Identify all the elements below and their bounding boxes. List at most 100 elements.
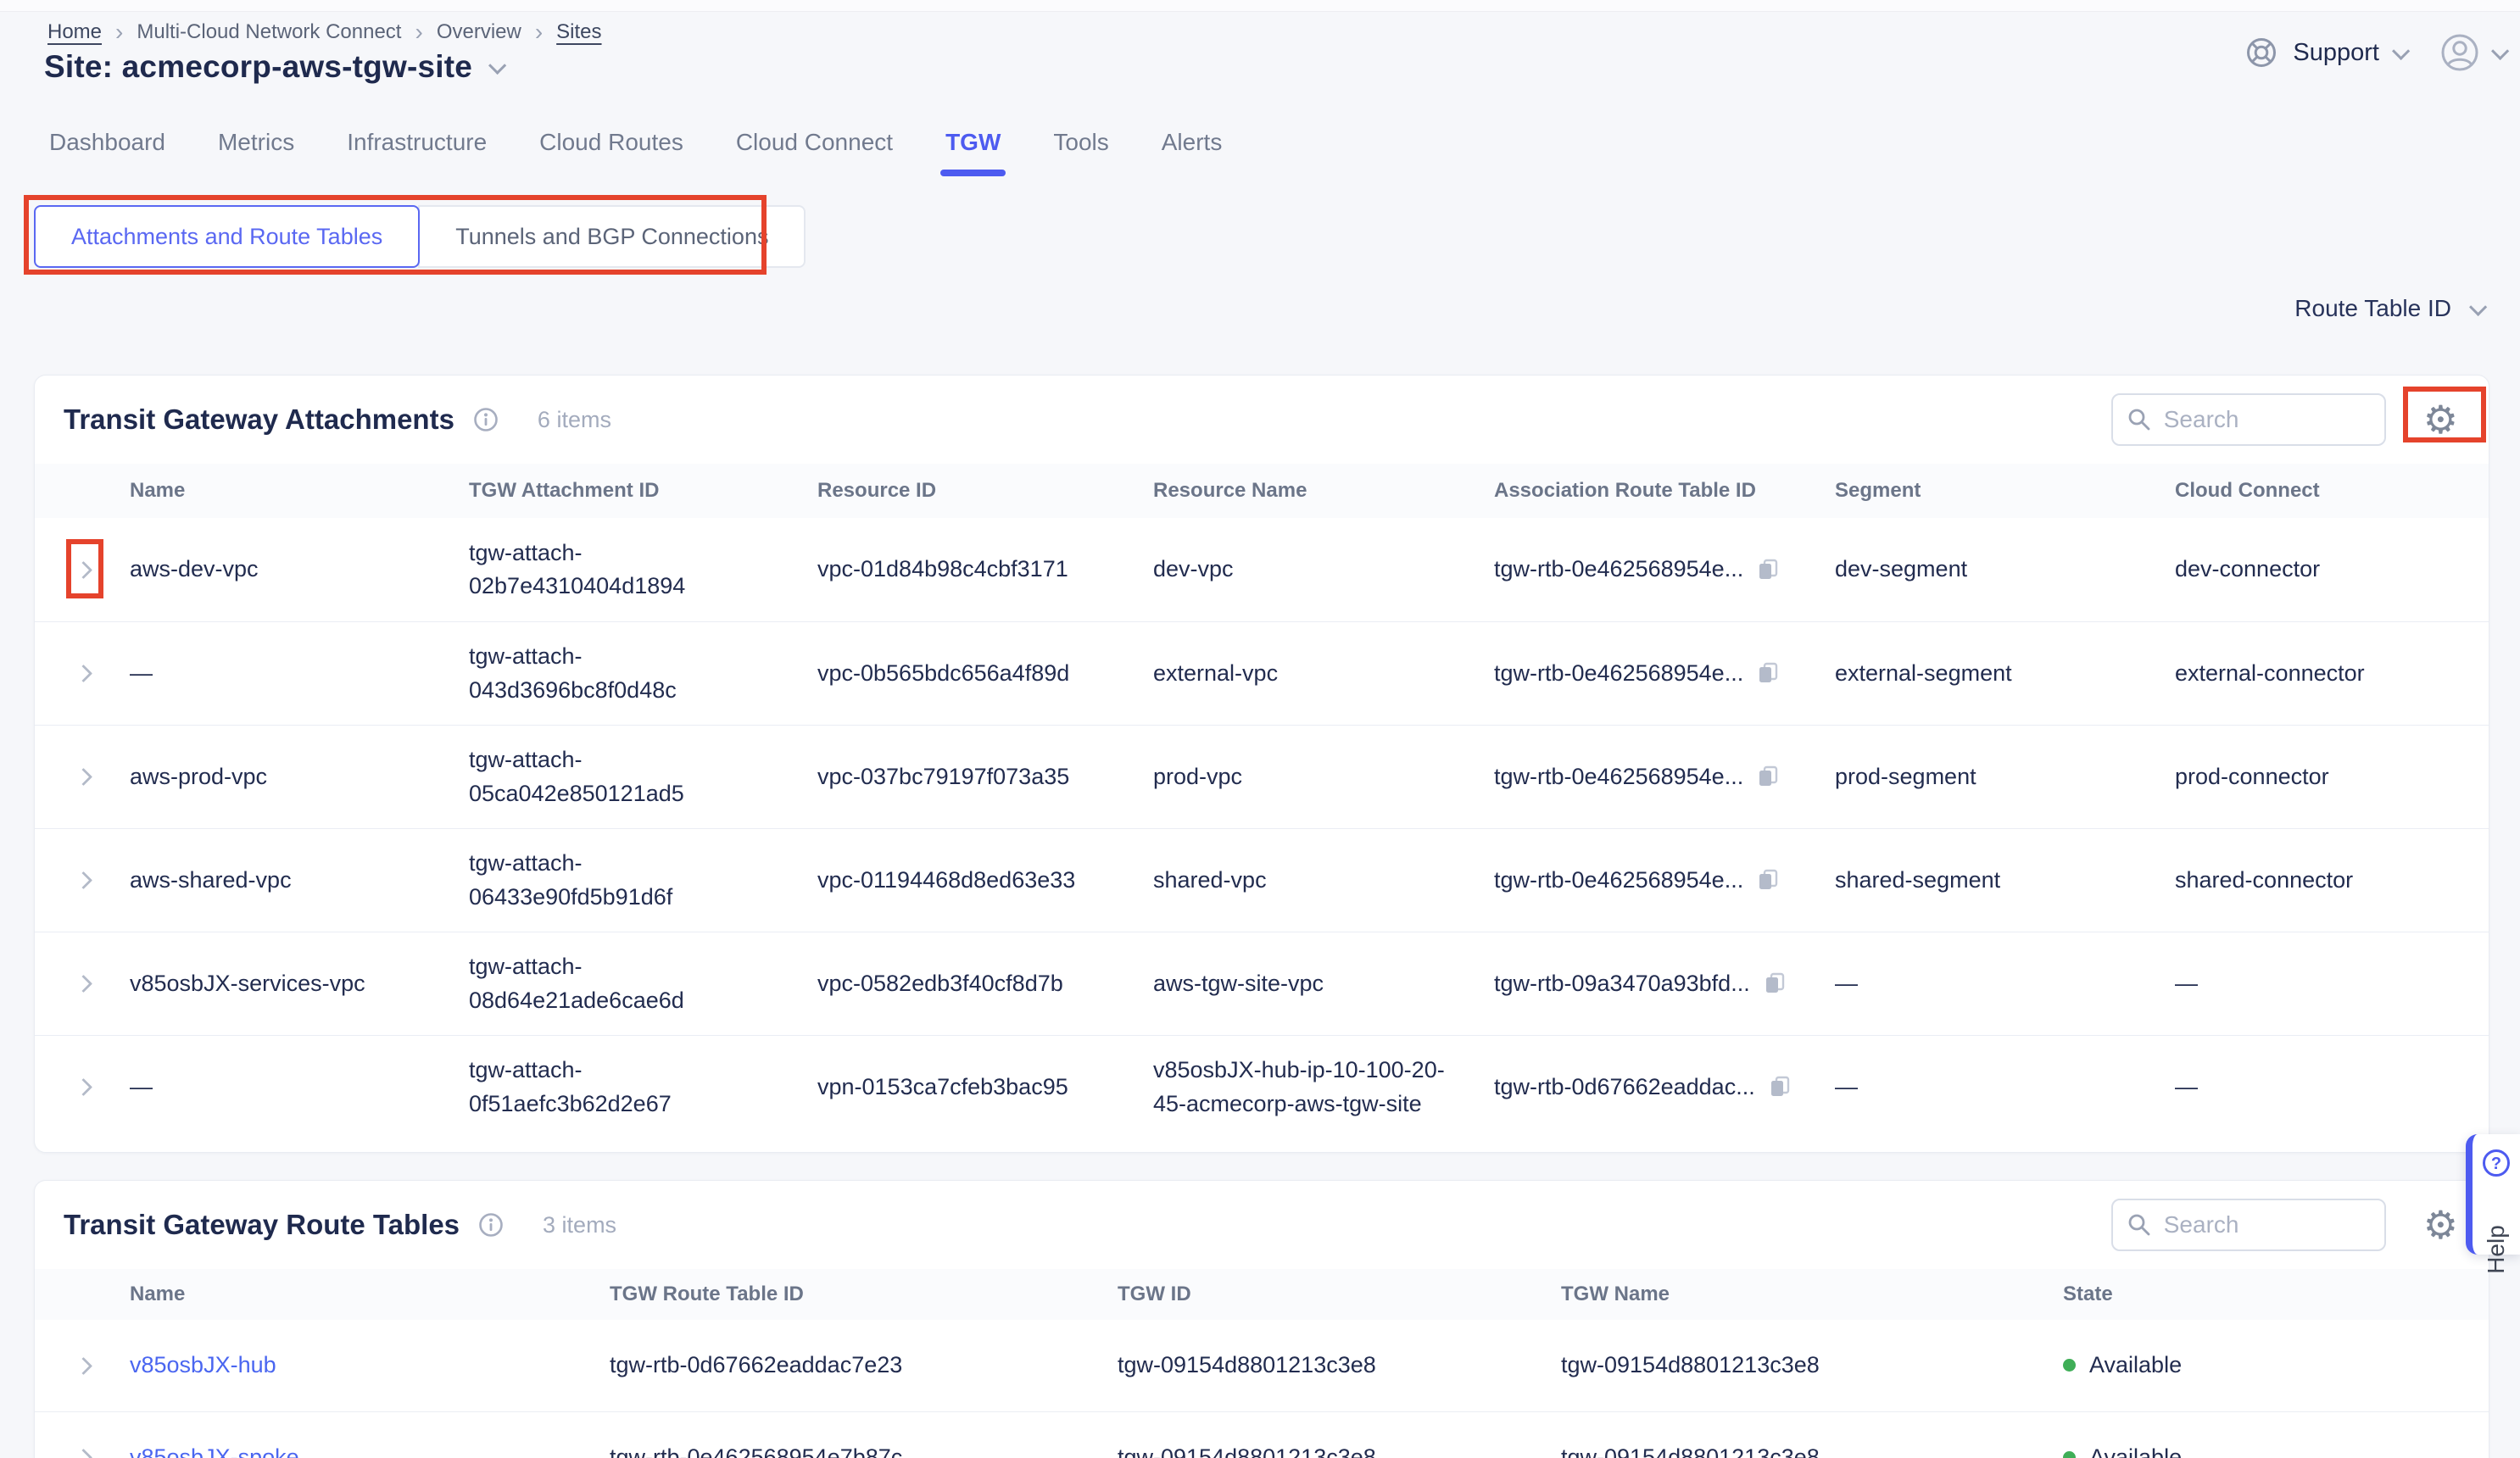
cell-attachment-id: tgw-attach-05ca042e850121ad5	[469, 743, 817, 810]
col-header-tgw-id: TGW ID	[1118, 1280, 1561, 1310]
state-available-dot-icon	[2063, 1359, 2076, 1372]
search-icon	[2127, 1212, 2152, 1238]
route-table-name-link[interactable]: v85osbJX-spoke	[130, 1444, 299, 1458]
col-header-cloud-connect: Cloud Connect	[2175, 476, 2489, 506]
cell-name: aws-shared-vpc	[130, 864, 469, 897]
cell-attachment-id: tgw-attach-06433e90fd5b91d6f	[469, 847, 817, 913]
route-tables-items-count: 3 items	[543, 1212, 616, 1238]
tab-cloud-routes[interactable]: Cloud Routes	[538, 129, 685, 176]
route-table-id-dropdown[interactable]: Route Table ID	[2294, 295, 2483, 322]
tab-dashboard[interactable]: Dashboard	[47, 129, 167, 176]
cell-resource-name: prod-vpc	[1153, 760, 1494, 793]
support-label: Support	[2293, 39, 2379, 67]
subtab-tunnels-bgp-connections[interactable]: Tunnels and BGP Connections	[418, 205, 806, 268]
attachments-settings-gear-icon[interactable]: ⚙	[2423, 400, 2458, 439]
table-row: v85osbJX-spoke tgw-rtb-0e462568954e7b87c…	[35, 1411, 2489, 1458]
col-header-association-route-table-id: Association Route Table ID	[1494, 476, 1835, 506]
route-tables-table-header: Name TGW Route Table ID TGW ID TGW Name …	[35, 1269, 2489, 1320]
copy-icon[interactable]	[1755, 557, 1781, 582]
col-header-tgw-name: TGW Name	[1561, 1280, 2063, 1310]
copy-icon[interactable]	[1755, 867, 1781, 893]
state-available-dot-icon	[2063, 1451, 2076, 1458]
tgw-subtabs: Attachments and Route Tables Tunnels and…	[34, 205, 806, 268]
breadcrumb-item: Multi-Cloud Network Connect	[137, 20, 401, 44]
cell-name: v85osbJX-services-vpc	[130, 967, 469, 1000]
top-strip	[0, 0, 2520, 12]
cell-attachment-id: tgw-attach-0f51aefc3b62d2e67	[469, 1054, 817, 1120]
copy-icon[interactable]	[1755, 764, 1781, 789]
route-table-id-chevron-down-icon	[2469, 298, 2487, 315]
cell-attachment-id: tgw-attach-043d3696bc8f0d48c	[469, 640, 817, 706]
cell-segment: shared-segment	[1835, 864, 2175, 897]
tab-cloud-connect[interactable]: Cloud Connect	[734, 129, 895, 176]
expand-chevron-icon[interactable]	[75, 560, 92, 578]
help-question-icon: ?	[2481, 1148, 2512, 1178]
support-chevron-down-icon	[2392, 42, 2410, 59]
table-row: v85osbJX-services-vpc tgw-attach-08d64e2…	[35, 932, 2489, 1035]
cell-resource-id: vpc-01d84b98c4cbf3171	[817, 553, 1153, 586]
cell-cloud-connect: —	[2175, 1071, 2489, 1104]
expand-chevron-icon[interactable]	[75, 1078, 92, 1096]
account-chevron-down-icon	[2491, 42, 2509, 59]
col-header-segment: Segment	[1835, 476, 2175, 506]
cell-association-route-table-id: tgw-rtb-0e462568954e...	[1494, 864, 1743, 897]
cell-tgw-id: tgw-09154d8801213c3e8	[1118, 1441, 1561, 1458]
expand-chevron-icon[interactable]	[75, 768, 92, 786]
col-header-state: State	[2063, 1280, 2489, 1310]
tab-metrics[interactable]: Metrics	[216, 129, 296, 176]
tab-tools[interactable]: Tools	[1051, 129, 1110, 176]
cell-attachment-id: tgw-attach-08d64e21ade6cae6d	[469, 950, 817, 1016]
main-tabs: Dashboard Metrics Infrastructure Cloud R…	[47, 129, 1224, 176]
expand-chevron-icon[interactable]	[75, 871, 92, 889]
info-icon[interactable]	[473, 407, 499, 432]
breadcrumb-separator-icon: ›	[535, 20, 543, 44]
transit-gateway-route-tables-card: Transit Gateway Route Tables 3 items ⚙ N…	[34, 1180, 2489, 1458]
account-menu[interactable]	[2439, 32, 2505, 73]
copy-icon[interactable]	[1755, 660, 1781, 686]
transit-gateway-attachments-card: Transit Gateway Attachments 6 items ⚙ Na…	[34, 375, 2489, 1153]
cell-segment: external-segment	[1835, 657, 2175, 690]
route-table-name-link[interactable]: v85osbJX-hub	[130, 1352, 276, 1377]
cell-resource-id: vpc-0b565bdc656a4f89d	[817, 657, 1153, 690]
cell-association-route-table-id: tgw-rtb-0e462568954e...	[1494, 760, 1743, 793]
breadcrumb-separator-icon: ›	[415, 20, 422, 44]
info-icon[interactable]	[478, 1212, 504, 1238]
expand-chevron-icon[interactable]	[75, 1449, 92, 1458]
cell-tgw-name: tgw-09154d8801213c3e8	[1561, 1441, 2063, 1458]
route-tables-settings-gear-icon[interactable]: ⚙	[2423, 1205, 2458, 1244]
col-header-resource-name: Resource Name	[1153, 476, 1494, 506]
help-tab[interactable]: ? Help	[2466, 1134, 2520, 1255]
site-switcher-chevron-down-icon[interactable]	[488, 56, 506, 74]
col-header-resource-id: Resource ID	[817, 476, 1153, 506]
svg-text:?: ?	[2491, 1155, 2501, 1173]
col-header-tgw-route-table-id: TGW Route Table ID	[610, 1280, 1118, 1310]
cell-association-route-table-id: tgw-rtb-0e462568954e...	[1494, 553, 1743, 586]
copy-icon[interactable]	[1767, 1074, 1792, 1099]
breadcrumb-home-link[interactable]: Home	[47, 20, 102, 44]
cell-name: aws-dev-vpc	[130, 553, 469, 586]
cell-resource-id: vpn-0153ca7cfeb3bac95	[817, 1071, 1153, 1104]
expand-chevron-icon[interactable]	[75, 975, 92, 993]
route-tables-search-input[interactable]	[2164, 1211, 2359, 1238]
tab-infrastructure[interactable]: Infrastructure	[345, 129, 488, 176]
col-header-name: Name	[130, 1280, 610, 1310]
tab-tgw[interactable]: TGW	[944, 129, 1002, 176]
avatar-icon	[2439, 32, 2480, 73]
attachments-search-input[interactable]	[2164, 406, 2359, 433]
cell-cloud-connect: —	[2175, 967, 2489, 1000]
lifebuoy-icon	[2244, 35, 2279, 70]
expand-chevron-icon[interactable]	[75, 665, 92, 682]
page-title: Site: acmecorp-aws-tgw-site	[44, 49, 472, 85]
cell-attachment-id: tgw-attach-02b7e4310404d1894	[469, 537, 817, 603]
subtab-attachments-route-tables[interactable]: Attachments and Route Tables	[34, 205, 420, 268]
support-menu[interactable]: Support	[2244, 35, 2406, 70]
help-label: Help	[2483, 1225, 2510, 1274]
tab-alerts[interactable]: Alerts	[1160, 129, 1224, 176]
cell-resource-name: v85osbJX-hub-ip-10-100-20-45-acmecorp-aw…	[1153, 1054, 1494, 1120]
attachments-card-title: Transit Gateway Attachments	[64, 403, 454, 436]
table-row: v85osbJX-hub tgw-rtb-0d67662eaddac7e23 t…	[35, 1320, 2489, 1411]
expand-chevron-icon[interactable]	[75, 1356, 92, 1374]
breadcrumb-sites-link[interactable]: Sites	[556, 20, 601, 44]
breadcrumb-separator-icon: ›	[115, 20, 123, 44]
copy-icon[interactable]	[1762, 971, 1787, 996]
